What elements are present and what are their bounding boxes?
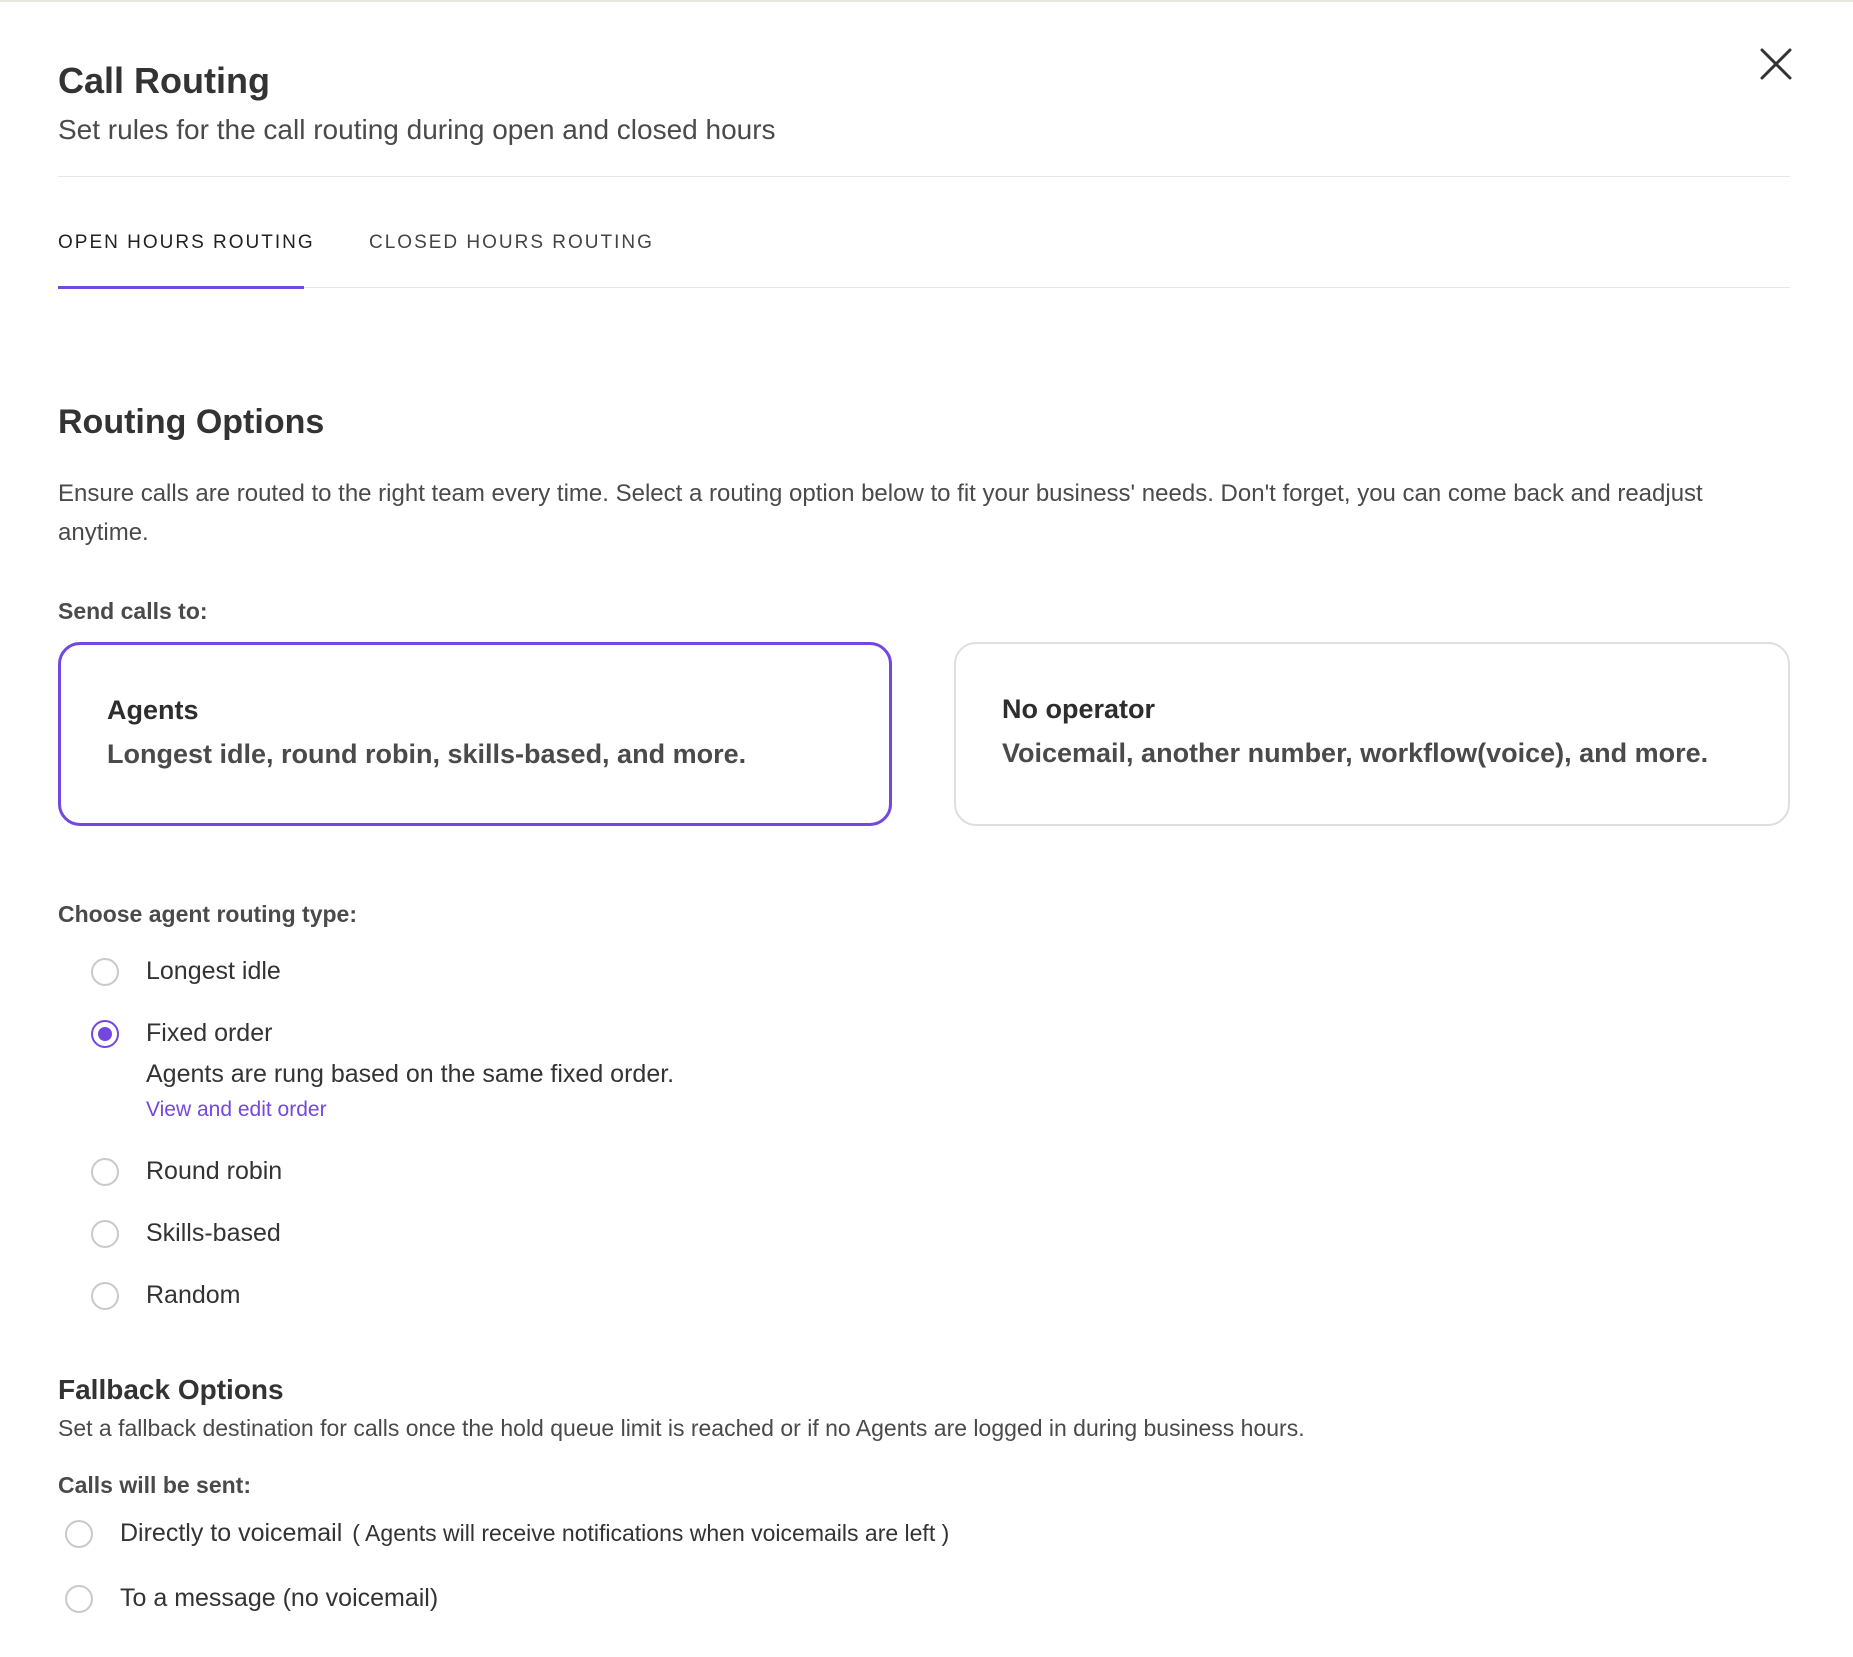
tab-label: OPEN HOURS ROUTING — [58, 232, 315, 253]
radio-skills-based[interactable]: Skills-based — [91, 1219, 281, 1248]
close-button[interactable] — [1756, 44, 1796, 84]
radio-button[interactable] — [65, 1519, 93, 1548]
radio-random[interactable]: Random — [91, 1281, 241, 1310]
tab-open-hours-routing[interactable]: OPEN HOURS ROUTING — [58, 232, 313, 289]
radio-label: Directly to voicemail — [120, 1519, 343, 1547]
agent-routing-type-label: Choose agent routing type: — [58, 901, 357, 927]
radio-button[interactable] — [91, 1219, 119, 1248]
radio-directly-to-voicemail[interactable]: Directly to voicemail ( Agents will rece… — [65, 1519, 949, 1548]
radio-button[interactable] — [91, 1281, 119, 1310]
radio-label: To a message (no voicemail) — [120, 1584, 439, 1612]
no-operator-card[interactable]: No operator Voicemail, another number, w… — [954, 642, 1790, 826]
radio-button[interactable] — [91, 957, 119, 986]
radio-label: Longest idle — [146, 957, 281, 985]
send-calls-label: Send calls to: — [58, 598, 208, 624]
call-routing-panel: Call Routing Set rules for the call rout… — [58, 0, 1792, 1657]
tab-closed-hours-routing[interactable]: CLOSED HOURS ROUTING — [369, 232, 659, 288]
close-icon — [1760, 48, 1792, 80]
routing-options-description: Ensure calls are routed to the right tea… — [58, 480, 1703, 546]
radio-label: Random — [146, 1281, 241, 1309]
view-edit-order-link[interactable]: View and edit order — [146, 1098, 327, 1122]
active-tab-indicator — [58, 286, 304, 289]
radio-fixed-order[interactable]: Fixed order — [91, 1019, 272, 1048]
routing-options-heading: Routing Options — [58, 403, 325, 441]
fallback-options-heading: Fallback Options — [58, 1374, 284, 1405]
radio-label: Round robin — [146, 1157, 283, 1185]
radio-button-selected[interactable] — [91, 1019, 119, 1048]
agents-card[interactable]: Agents Longest idle, round robin, skills… — [58, 642, 892, 826]
routing-tabs: OPEN HOURS ROUTING CLOSED HOURS ROUTING — [58, 232, 1790, 289]
radio-round-robin[interactable]: Round robin — [91, 1157, 282, 1186]
page-title: Call Routing — [58, 60, 270, 101]
radio-label: Skills-based — [146, 1219, 281, 1247]
header-divider — [58, 176, 1790, 177]
card-title: No operator — [1002, 694, 1156, 724]
radio-longest-idle[interactable]: Longest idle — [91, 957, 281, 986]
radio-label: Fixed order — [146, 1019, 273, 1047]
radio-button[interactable] — [91, 1157, 119, 1186]
card-title: Agents — [107, 695, 199, 725]
page-subtitle: Set rules for the call routing during op… — [58, 114, 776, 145]
radio-to-a-message[interactable]: To a message (no voicemail) — [65, 1584, 438, 1613]
tab-label: CLOSED HOURS ROUTING — [369, 232, 654, 253]
radio-note: ( Agents will receive notifications when… — [352, 1520, 950, 1546]
fixed-order-helper-text: Agents are rung based on the same fixed … — [146, 1060, 675, 1088]
calls-will-be-sent-label: Calls will be sent: — [58, 1472, 251, 1498]
radio-button[interactable] — [65, 1584, 93, 1613]
card-description: Longest idle, round robin, skills-based,… — [107, 739, 747, 769]
card-description: Voicemail, another number, workflow(voic… — [1002, 738, 1709, 768]
fallback-options-description: Set a fallback destination for calls onc… — [58, 1415, 1305, 1441]
